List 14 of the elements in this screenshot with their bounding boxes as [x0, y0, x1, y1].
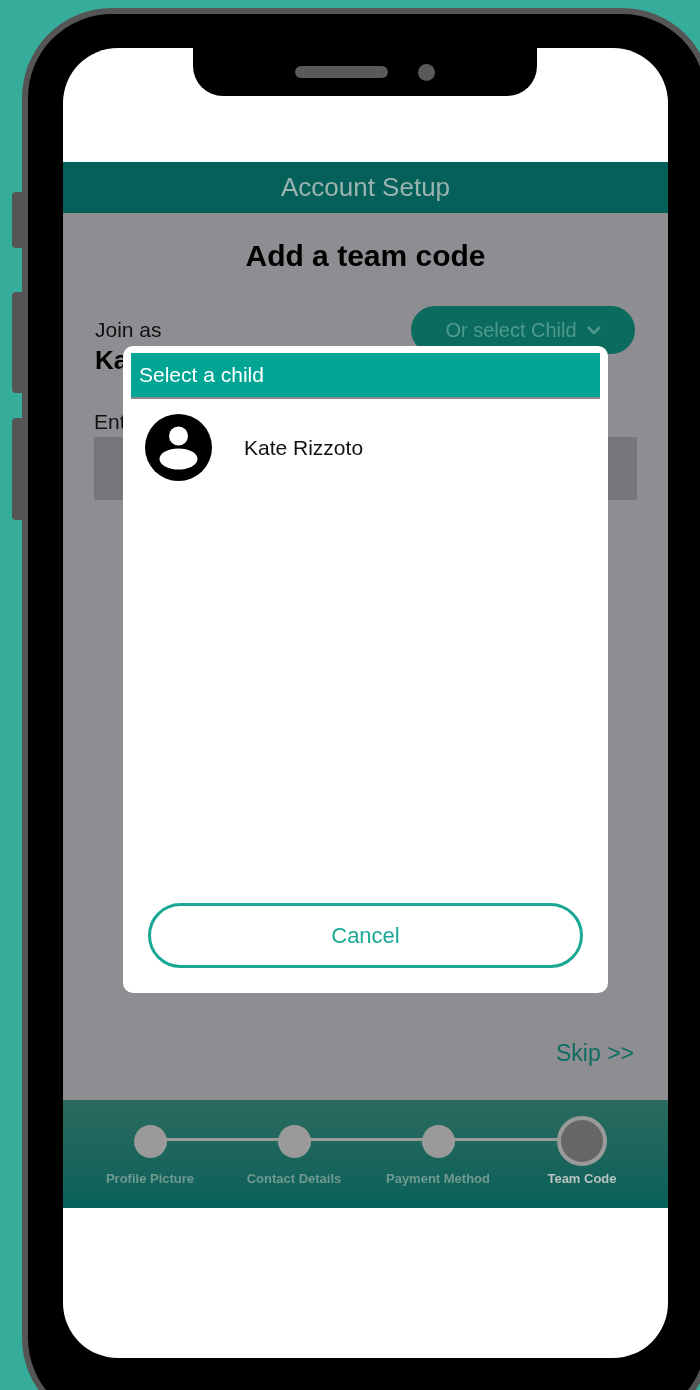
avatar-icon — [145, 414, 212, 481]
step-label: Profile Picture — [105, 1170, 195, 1188]
step-label: Payment Method — [386, 1170, 490, 1188]
dialog-title: Select a child — [139, 362, 264, 389]
cancel-button[interactable]: Cancel — [148, 903, 583, 968]
step-label: Team Code — [547, 1170, 617, 1188]
child-list-item[interactable]: Kate Rizzoto — [131, 399, 600, 482]
step-label: Contact Details — [246, 1170, 342, 1188]
skip-link[interactable]: Skip >> — [556, 1035, 634, 1070]
screen-title: Account Setup — [280, 171, 451, 204]
chevron-down-icon — [586, 325, 601, 335]
page-title: Add a team code — [245, 238, 486, 274]
join-label: Join as — [95, 317, 162, 343]
code-label: Ent — [94, 408, 127, 435]
